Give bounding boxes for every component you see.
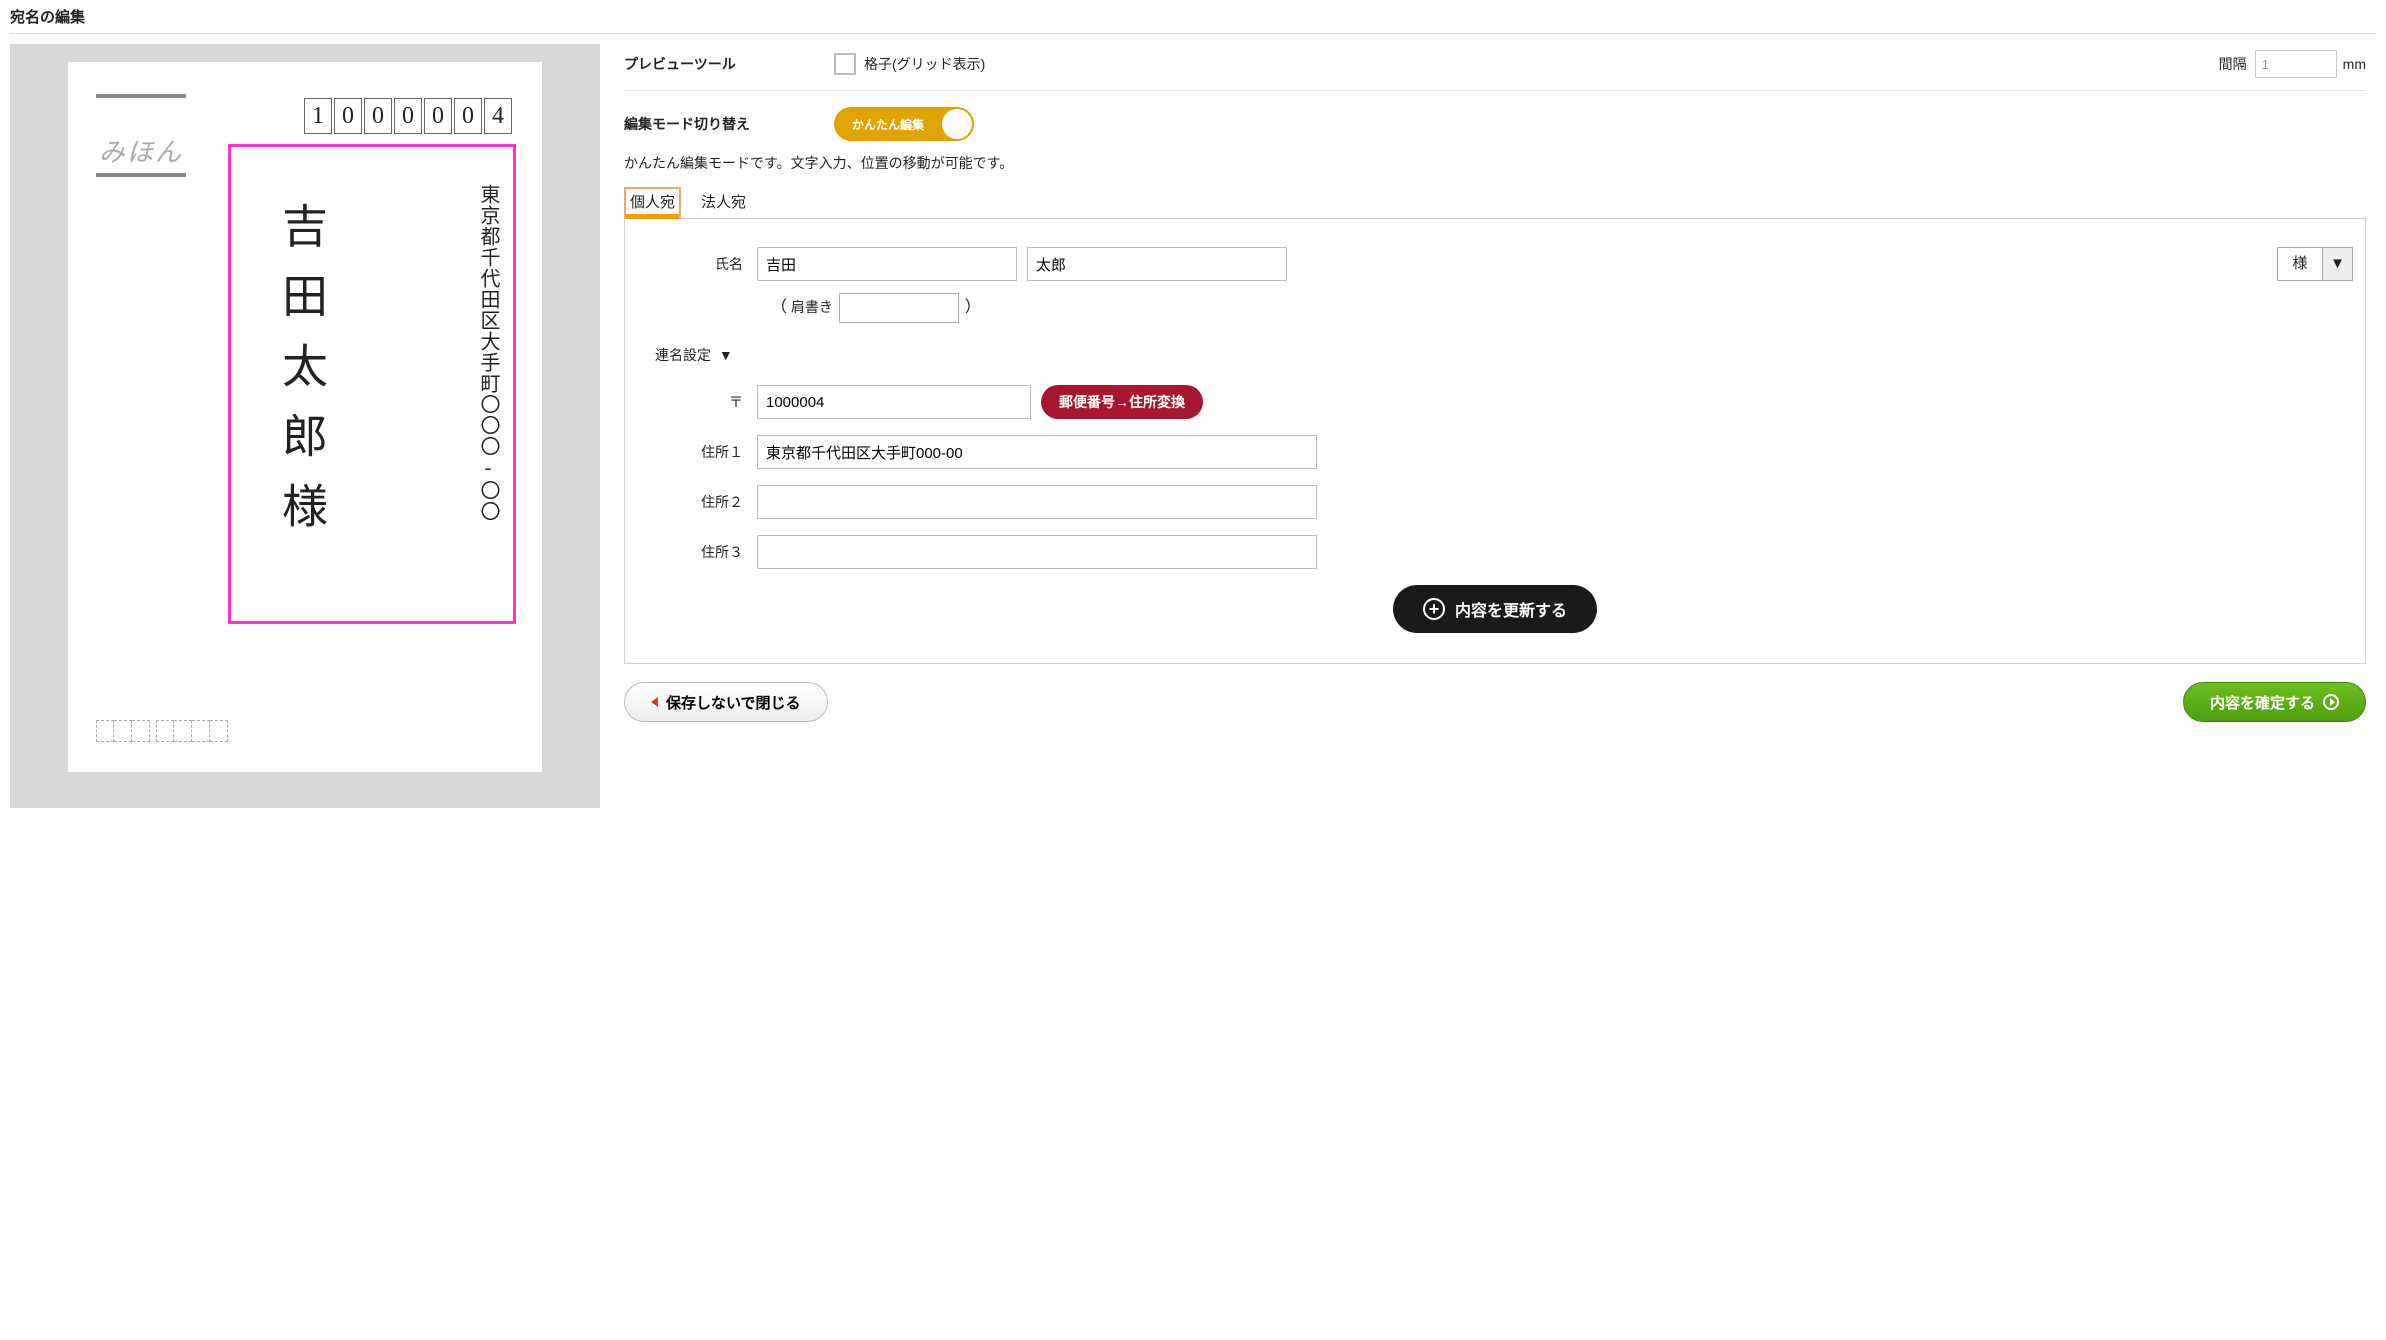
close-button-label: 保存しないで閉じる bbox=[666, 692, 801, 713]
update-button-label: 内容を更新する bbox=[1455, 597, 1567, 621]
zip-digit: 0 bbox=[394, 98, 422, 134]
header-rule bbox=[10, 33, 2376, 34]
katagaki-input[interactable] bbox=[839, 293, 959, 323]
zip-label: 〒 bbox=[637, 392, 757, 412]
zip-digit: 1 bbox=[304, 98, 332, 134]
chevron-down-icon[interactable]: ▼ bbox=[2323, 247, 2353, 281]
selection-box[interactable] bbox=[228, 144, 516, 624]
zip-digit: 0 bbox=[424, 98, 452, 134]
zip-digit: 0 bbox=[334, 98, 362, 134]
confirm-button-label: 内容を確定する bbox=[2210, 692, 2315, 713]
address1-input[interactable] bbox=[757, 435, 1317, 469]
plus-icon: + bbox=[1423, 598, 1445, 620]
preview-tools-row: プレビューツール 格子(グリッド表示) 間隔 mm bbox=[624, 44, 2366, 91]
gap-unit: mm bbox=[2343, 56, 2366, 72]
chevron-down-icon: ▼ bbox=[719, 347, 733, 363]
tab-corporate[interactable]: 法人宛 bbox=[695, 187, 752, 218]
sender-zip-boxes bbox=[96, 720, 228, 742]
close-without-save-button[interactable]: 保存しないで閉じる bbox=[624, 682, 828, 722]
address3-input[interactable] bbox=[757, 535, 1317, 569]
confirm-content-button[interactable]: 内容を確定する bbox=[2183, 682, 2366, 722]
honorific-value: 様 bbox=[2277, 247, 2323, 281]
footer-actions: 保存しないで閉じる 内容を確定する bbox=[624, 682, 2366, 722]
toggle-label: かんたん編集 bbox=[852, 116, 924, 133]
zip-digit: 0 bbox=[454, 98, 482, 134]
addr1-label: 住所１ bbox=[637, 442, 757, 462]
addr3-label: 住所３ bbox=[637, 542, 757, 562]
zip-lookup-button[interactable]: 郵便番号→住所変換 bbox=[1041, 385, 1203, 419]
page-title: 宛名の編集 bbox=[10, 0, 2376, 33]
stamp-area: みほん bbox=[96, 94, 186, 177]
recipient-type-tabs: 個人宛 法人宛 bbox=[624, 187, 2366, 219]
form-panel: プレビューツール 格子(グリッド表示) 間隔 mm 編集モード切り替え かんたん… bbox=[624, 44, 2376, 722]
chevron-left-icon bbox=[651, 697, 658, 707]
grid-label: 格子(グリッド表示) bbox=[864, 54, 2219, 74]
edit-mode-row: 編集モード切り替え かんたん編集 bbox=[624, 91, 2366, 147]
zip-digit: 0 bbox=[364, 98, 392, 134]
toggle-knob bbox=[942, 109, 972, 139]
addr2-label: 住所２ bbox=[637, 492, 757, 512]
surname-input[interactable] bbox=[757, 247, 1017, 281]
gap-label: 間隔 bbox=[2219, 54, 2247, 74]
address2-input[interactable] bbox=[757, 485, 1317, 519]
grid-checkbox[interactable] bbox=[834, 53, 856, 75]
recipient-zip-boxes: 1 0 0 0 0 0 4 bbox=[304, 98, 512, 134]
recipient-form: 氏名 様 ▼ （ 肩書き ） 連名設定 ▼ bbox=[624, 218, 2366, 664]
katagaki-row: （ 肩書き ） bbox=[637, 293, 2353, 323]
zip-input[interactable] bbox=[757, 385, 1031, 419]
postcard-preview[interactable]: みほん 1 0 0 0 0 0 4 東京都千代田区大手町〇〇〇‐〇〇 吉田太郎様 bbox=[68, 62, 542, 772]
joint-name-label: 連名設定 bbox=[655, 347, 711, 363]
edit-mode-label: 編集モード切り替え bbox=[624, 114, 834, 134]
honorific-select[interactable]: 様 ▼ bbox=[2277, 247, 2353, 281]
gap-input[interactable] bbox=[2255, 50, 2337, 78]
edit-mode-toggle[interactable]: かんたん編集 bbox=[834, 107, 974, 141]
preview-address: 東京都千代田区大手町〇〇〇‐〇〇 bbox=[478, 184, 498, 522]
joint-name-toggle[interactable]: 連名設定 ▼ bbox=[637, 343, 2353, 385]
preview-recipient-name: 吉田太郎様 bbox=[278, 202, 324, 552]
update-content-button[interactable]: + 内容を更新する bbox=[1393, 585, 1597, 633]
arrow-right-icon bbox=[2323, 694, 2339, 710]
preview-tools-label: プレビューツール bbox=[624, 54, 834, 74]
paren-close: ） bbox=[965, 299, 981, 316]
given-name-input[interactable] bbox=[1027, 247, 1287, 281]
preview-panel: みほん 1 0 0 0 0 0 4 東京都千代田区大手町〇〇〇‐〇〇 吉田太郎様 bbox=[10, 44, 600, 808]
zip-digit: 4 bbox=[484, 98, 512, 134]
name-label: 氏名 bbox=[637, 254, 757, 274]
tab-personal[interactable]: 個人宛 bbox=[624, 187, 681, 218]
paren-open: （ bbox=[771, 299, 787, 316]
katagaki-label: 肩書き bbox=[791, 299, 833, 315]
sample-label: みほん bbox=[96, 132, 186, 169]
edit-mode-description: かんたん編集モードです。文字入力、位置の移動が可能です。 bbox=[624, 147, 2366, 187]
